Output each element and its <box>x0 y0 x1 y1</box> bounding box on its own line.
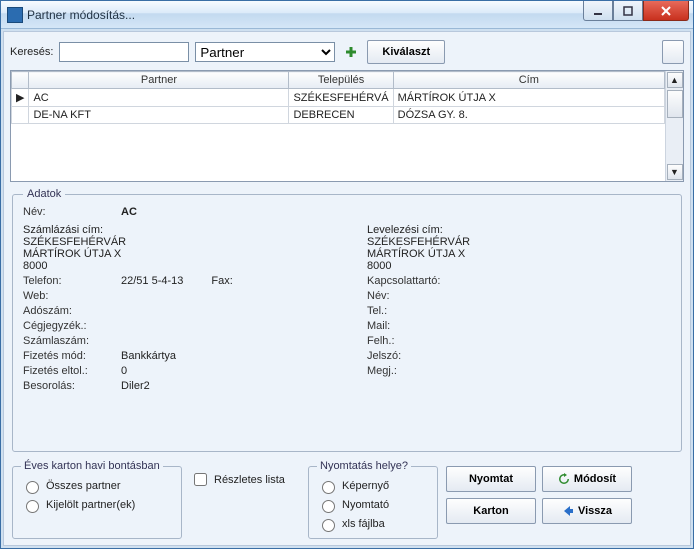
fizmod-label: Fizetés mód: <box>23 350 113 362</box>
fizeltol-label: Fizetés eltol.: <box>23 365 113 377</box>
col-partner[interactable]: Partner <box>29 72 289 89</box>
scroll-up-icon[interactable]: ▲ <box>667 72 683 88</box>
cell-partner: AC <box>29 89 289 107</box>
app-icon <box>7 7 23 23</box>
cell-telepules: SZÉKESFEHÉRVÁ <box>289 89 393 107</box>
cell-cim: DÓZSA GY. 8. <box>393 107 664 124</box>
close-button[interactable] <box>643 1 689 21</box>
nyomtatas-group: Nyomtatás helye? Képernyő Nyomtató xls f… <box>308 460 438 539</box>
refresh-icon <box>558 473 570 485</box>
szamlazasi-city: SZÉKESFEHÉRVÁR <box>23 236 126 248</box>
search-bar: Keresés: Partner Kiválaszt <box>10 38 684 66</box>
grid-header-row: Partner Település Cím <box>12 72 665 89</box>
besorolas-label: Besorolás: <box>23 380 113 392</box>
select-button[interactable]: Kiválaszt <box>367 40 445 64</box>
reszletes-checkbox[interactable]: Részletes lista <box>190 470 285 489</box>
levelezesi-zip: 8000 <box>367 260 391 272</box>
felh-label: Felh.: <box>367 335 467 347</box>
kapcsolattarto-label: Kapcsolattartó: <box>367 275 467 287</box>
cegjegyzek-label: Cégjegyzék.: <box>23 320 113 332</box>
corner-button[interactable] <box>662 40 684 64</box>
row-indicator-header <box>12 72 29 89</box>
add-icon[interactable] <box>341 42 361 62</box>
col-telepules[interactable]: Település <box>289 72 393 89</box>
vissza-button[interactable]: Vissza <box>542 498 632 524</box>
besorolas-value: Diler2 <box>121 380 150 392</box>
maximize-button[interactable] <box>613 1 643 21</box>
nev-label: Név: <box>23 206 113 218</box>
osszes-radio[interactable]: Összes partner <box>21 478 173 494</box>
bottom-panel: Éves karton havi bontásban Összes partne… <box>10 456 684 539</box>
cell-partner: DE-NA KFT <box>29 107 289 124</box>
row-indicator <box>12 107 29 124</box>
fizmod-value: Bankkártya <box>121 350 176 362</box>
client-area: Keresés: Partner Kiválaszt Partner <box>3 31 691 546</box>
nev-value: AC <box>121 206 137 218</box>
back-arrow-icon <box>562 505 574 517</box>
karton-legend: Éves karton havi bontásban <box>21 460 163 472</box>
fax-label: Fax: <box>211 275 232 287</box>
mail-label: Mail: <box>367 320 467 332</box>
cell-cim: MÁRTÍROK ÚTJA X <box>393 89 664 107</box>
szamlazasi-street: MÁRTÍROK ÚTJA X <box>23 248 121 260</box>
karton-group: Éves karton havi bontásban Összes partne… <box>12 460 182 539</box>
kepernyo-radio[interactable]: Képernyő <box>317 478 429 494</box>
levelezesi-street: MÁRTÍROK ÚTJA X <box>367 248 465 260</box>
cell-telepules: DEBRECEN <box>289 107 393 124</box>
table-row[interactable]: DE-NA KFT DEBRECEN DÓZSA GY. 8. <box>12 107 665 124</box>
vertical-scrollbar[interactable]: ▲ ▼ <box>665 71 683 181</box>
scroll-thumb[interactable] <box>667 90 683 118</box>
modosit-button[interactable]: Módosít <box>542 466 632 492</box>
telefon-label: Telefon: <box>23 275 113 287</box>
nev2-label: Név: <box>367 290 467 302</box>
karton-button[interactable]: Karton <box>446 498 536 524</box>
jelszo-label: Jelszó: <box>367 350 467 362</box>
search-type-select[interactable]: Partner <box>195 42 335 62</box>
adatok-legend: Adatok <box>23 188 65 200</box>
titlebar: Partner módosítás... <box>1 1 693 29</box>
megj-label: Megj.: <box>367 365 467 377</box>
search-label: Keresés: <box>10 46 53 58</box>
minimize-button[interactable] <box>583 1 613 21</box>
xls-radio[interactable]: xls fájlba <box>317 516 429 532</box>
levelezesi-city: SZÉKESFEHÉRVÁR <box>367 236 470 248</box>
kijelolt-radio[interactable]: Kijelölt partner(ek) <box>21 497 173 513</box>
scroll-down-icon[interactable]: ▼ <box>667 164 683 180</box>
szamlazasi-label: Számlázási cím: <box>23 224 103 236</box>
current-row-icon: ▶ <box>12 89 29 107</box>
szamlaszam-label: Számlaszám: <box>23 335 113 347</box>
partner-grid: Partner Település Cím ▶ AC SZÉKESFEHÉRVÁ… <box>10 70 684 182</box>
szamlazasi-zip: 8000 <box>23 260 47 272</box>
fizeltol-value: 0 <box>121 365 127 377</box>
window-title: Partner módosítás... <box>27 8 135 22</box>
nyomtat-button[interactable]: Nyomtat <box>446 466 536 492</box>
window: Partner módosítás... Keresés: Partner Ki… <box>0 0 694 549</box>
adatok-group: Adatok Név: AC Számlázási cím: SZÉKESFEH… <box>12 188 682 452</box>
adoszam-label: Adószám: <box>23 305 113 317</box>
col-cim[interactable]: Cím <box>393 72 664 89</box>
web-label: Web: <box>23 290 113 302</box>
nyomtatas-legend: Nyomtatás helye? <box>317 460 411 472</box>
telefon-value: 22/51 5-4-13 <box>121 275 183 287</box>
nyomtato-radio[interactable]: Nyomtató <box>317 497 429 513</box>
tel-label: Tel.: <box>367 305 467 317</box>
table-row[interactable]: ▶ AC SZÉKESFEHÉRVÁ MÁRTÍROK ÚTJA X <box>12 89 665 107</box>
search-input[interactable] <box>59 42 189 62</box>
levelezesi-label: Levelezési cím: <box>367 224 443 236</box>
